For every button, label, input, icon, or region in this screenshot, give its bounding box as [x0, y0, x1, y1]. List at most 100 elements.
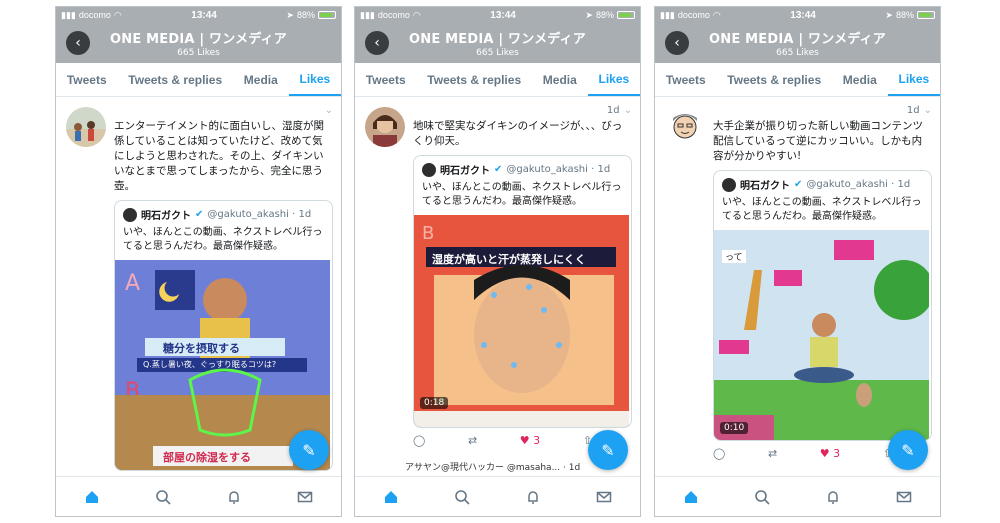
retweet-icon[interactable]: ⇄ [468, 434, 477, 447]
home-icon[interactable] [676, 482, 706, 512]
video-caption-question: Q.蒸し暑い夜、ぐっすり眠るコツは? [143, 360, 277, 369]
avatar [123, 207, 137, 222]
messages-icon[interactable] [290, 482, 320, 512]
carrier: docomo [78, 10, 111, 20]
likes-count: 665 Likes [177, 48, 220, 58]
avatar[interactable] [365, 107, 405, 147]
search-icon[interactable] [148, 482, 178, 512]
verified-icon: ✔ [494, 164, 503, 175]
profile-tabs: Tweets Tweets & replies Media Likes [655, 63, 940, 97]
phone-screen-1: ▮▮▮ docomo ◠ 13:44 ➤ 88% ‹ ONE MEDIA | ワンメデ… [55, 6, 342, 517]
notifications-icon[interactable] [818, 482, 848, 512]
bottom-tab-bar [655, 476, 940, 516]
tab-tweets-replies[interactable]: Tweets & replies [117, 63, 233, 96]
retweet-icon[interactable]: ⇄ [768, 447, 777, 460]
tab-likes[interactable]: Likes [587, 63, 640, 96]
clock: 13:44 [191, 9, 217, 21]
quote-text: いや、ほんとこの動画、ネクストレベル行ってると思うんだわ。最高傑作疑惑。 [422, 182, 622, 207]
next-tweet-author: アサヤン@現代ハッカー @masaha... · 1d [405, 463, 581, 473]
search-icon[interactable] [447, 482, 477, 512]
tab-tweets[interactable]: Tweets [355, 63, 416, 96]
page-title: ONE MEDIA | ワンメディア [409, 32, 586, 47]
location-icon: ➤ [286, 9, 294, 20]
likes-count: 665 Likes [776, 48, 819, 58]
video-thumbnail[interactable]: って 0:10 [714, 230, 931, 440]
compose-tweet-button[interactable]: ✎ [588, 430, 628, 470]
carrier: docomo [377, 10, 410, 20]
tab-media[interactable]: Media [532, 63, 588, 96]
quoted-tweet[interactable]: 明石ガクト ✔ @gakuto_akashi · 1d いや、ほんとこの動画、ネ… [713, 170, 932, 441]
home-icon[interactable] [376, 482, 406, 512]
clock: 13:44 [490, 9, 516, 21]
quoted-tweet[interactable]: 明石ガクト ✔ @gakuto_akashi · 1d いや、ほんとこの動画、ネ… [114, 200, 333, 471]
avatar[interactable] [665, 107, 705, 147]
chevron-down-icon[interactable]: ⌄ [924, 105, 932, 116]
video-caption-top: 糖分を摂取する [163, 342, 240, 355]
back-button[interactable]: ‹ [365, 31, 389, 55]
wifi-icon: ◠ [712, 9, 721, 20]
tab-tweets-replies[interactable]: Tweets & replies [416, 63, 532, 96]
reply-icon[interactable]: ◯ [713, 447, 725, 460]
like-button[interactable]: ♥ 3 [520, 434, 540, 447]
chevron-down-icon[interactable]: ⌄ [325, 105, 333, 116]
battery-percent: 88% [296, 10, 315, 20]
profile-header: ‹ ONE MEDIA | ワンメディア 665 Likes [56, 23, 341, 63]
compose-tweet-button[interactable]: ✎ [289, 430, 329, 470]
like-count: 3 [833, 447, 841, 460]
home-icon[interactable] [77, 482, 107, 512]
avatar[interactable] [66, 107, 106, 147]
location-icon: ➤ [585, 9, 593, 20]
search-icon[interactable] [747, 482, 777, 512]
messages-icon[interactable] [889, 482, 919, 512]
tweet-text: 地味で堅実なダイキンのイメージが、、、びっくり仰天。 [413, 120, 623, 147]
quote-text: いや、ほんとこの動画、ネクストレベル行ってると思うんだわ。最高傑作疑惑。 [722, 197, 922, 222]
likes-count: 665 Likes [476, 48, 519, 58]
liked-tweet[interactable]: 1d ⌄ 地味で堅実なダイキンのイメージが、、、びっくり仰天。 明石ガクト ✔ @… [355, 97, 640, 447]
verified-icon: ✔ [195, 209, 204, 220]
tab-likes[interactable]: Likes [887, 63, 940, 96]
liked-tweet[interactable]: ⌄ エンターテイメント的に面白いし、湿度が関係していることは知っていたけど、改め… [56, 97, 341, 471]
signal-icon: ▮▮▮ [61, 9, 76, 20]
battery-icon [317, 11, 336, 19]
profile-header: ‹ ONE MEDIA | ワンメディア 665 Likes [355, 23, 640, 63]
phone-screen-2: ▮▮▮ docomo ◠ 13:44 ➤ 88% ‹ ONE MEDIA | ワンメデ… [354, 6, 641, 517]
feather-icon: ✎ [901, 440, 915, 460]
wifi-icon: ◠ [412, 9, 421, 20]
tab-likes[interactable]: Likes [288, 63, 341, 96]
liked-tweet[interactable]: 1d ⌄ 大手企業が振り切った新しい動画コンテンツ配信しているって逆にカッコいい。… [655, 97, 940, 460]
video-caption: 湿度が高いと汗が蒸発しにくく [432, 253, 586, 266]
video-thumbnail[interactable]: B 湿度が高いと汗が蒸発しにくく 0:18 [414, 215, 631, 427]
reply-icon[interactable]: ◯ [413, 434, 425, 447]
video-caption-bottom: 部屋の除湿をする [163, 451, 251, 464]
feather-icon: ✎ [601, 440, 615, 460]
status-bar: ▮▮▮ docomo ◠ 13:44 ➤ 88% [655, 7, 940, 23]
tweet-time: 1d [906, 105, 920, 116]
page-title: ONE MEDIA | ワンメディア [110, 32, 287, 47]
wifi-icon: ◠ [113, 9, 122, 20]
back-button[interactable]: ‹ [66, 31, 90, 55]
clock: 13:44 [790, 9, 816, 21]
signal-icon: ▮▮▮ [660, 9, 675, 20]
tab-tweets[interactable]: Tweets [56, 63, 117, 96]
tab-tweets-replies[interactable]: Tweets & replies [716, 63, 832, 96]
chevron-down-icon[interactable]: ⌄ [624, 105, 632, 116]
back-button[interactable]: ‹ [665, 31, 689, 55]
tweet-menu[interactable]: ⌄ [114, 105, 333, 119]
notifications-icon[interactable] [518, 482, 548, 512]
video-duration: 0:10 [720, 422, 749, 434]
messages-icon[interactable] [589, 482, 619, 512]
status-bar: ▮▮▮ docomo ◠ 13:44 ➤ 88% [355, 7, 640, 23]
compose-tweet-button[interactable]: ✎ [888, 430, 928, 470]
quote-text: いや、ほんとこの動画、ネクストレベル行ってると思うんだわ。最高傑作疑惑。 [123, 227, 323, 252]
notifications-icon[interactable] [219, 482, 249, 512]
location-icon: ➤ [885, 9, 893, 20]
tab-media[interactable]: Media [233, 63, 289, 96]
like-button[interactable]: ♥ 3 [820, 447, 840, 460]
battery-percent: 88% [595, 10, 614, 20]
tab-tweets[interactable]: Tweets [655, 63, 716, 96]
battery-icon [616, 11, 635, 19]
tab-media[interactable]: Media [832, 63, 888, 96]
video-duration: 0:18 [420, 397, 449, 409]
quoted-tweet[interactable]: 明石ガクト ✔ @gakuto_akashi · 1d いや、ほんとこの動画、ネ… [413, 155, 632, 428]
quote-author-name: 明石ガクト [440, 166, 490, 177]
